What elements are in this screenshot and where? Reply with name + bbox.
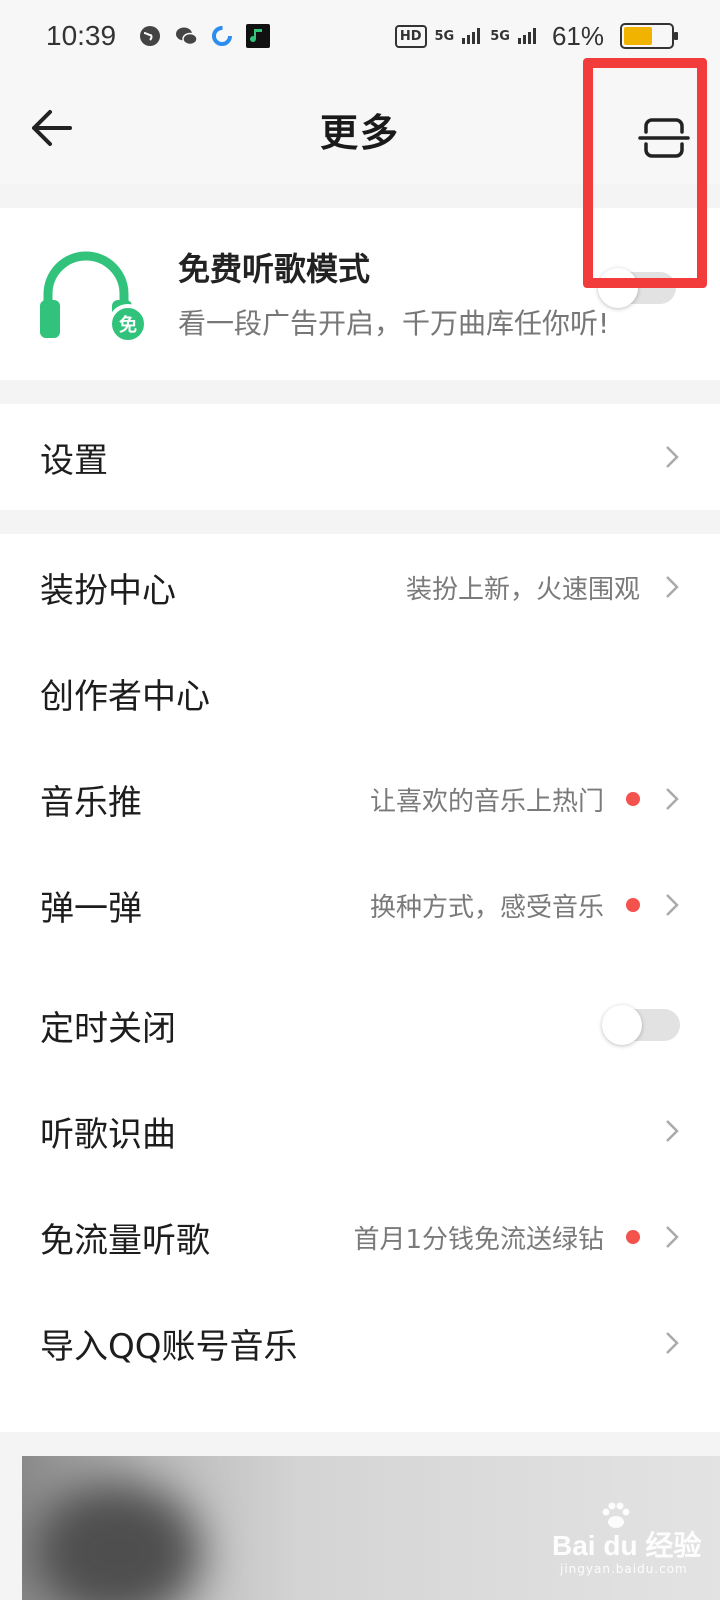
free-data-right: 首月1分钱免流送绿钻 xyxy=(353,1219,680,1256)
top-app-bar: 更多 xyxy=(0,72,720,184)
settings-label: 设置 xyxy=(40,440,108,481)
chevron-right-icon xyxy=(666,1226,679,1248)
status-time: 10:39 xyxy=(46,20,117,51)
chevron-right-icon xyxy=(666,1120,679,1142)
free-mode-card[interactable]: 免 免费听歌模式 看一段广告开启，千万曲库任你听! xyxy=(0,208,720,380)
free-mode-title: 免费听歌模式 xyxy=(178,250,371,288)
headphone-icon: 免 xyxy=(40,251,148,344)
chevron-right-icon xyxy=(666,576,679,598)
scan-icon[interactable] xyxy=(638,112,690,164)
toggle-knob xyxy=(602,1005,642,1045)
settings-right xyxy=(640,444,680,470)
timer-close-label: 定时关闭 xyxy=(40,1008,176,1049)
blurred-banner[interactable] xyxy=(22,1456,720,1600)
free-data-desc: 首月1分钱免流送绿钻 xyxy=(353,1224,604,1255)
features-card: 装扮中心 装扮上新，火速围观 创作者中心 音乐推 让喜欢的音乐上热门 弹一弹 换… xyxy=(0,534,720,974)
dress-center-desc: 装扮上新，火速围观 xyxy=(405,574,640,605)
music-promote-right: 让喜欢的音乐上热门 xyxy=(370,781,680,818)
tools-card: 定时关闭 听歌识曲 免流量听歌 首月1分钱免流送绿钻 导入QQ账号音乐 xyxy=(0,972,720,1432)
list-item-bounce[interactable]: 弹一弹 换种方式，感受音乐 xyxy=(0,852,720,958)
music-promote-desc: 让喜欢的音乐上热门 xyxy=(369,786,604,817)
list-item-creator-center[interactable]: 创作者中心 xyxy=(0,640,720,746)
blurred-image xyxy=(32,1482,202,1600)
battery-fill xyxy=(624,27,653,45)
settings-row[interactable]: 设置 xyxy=(0,404,720,510)
list-item-music-promote[interactable]: 音乐推 让喜欢的音乐上热门 xyxy=(0,746,720,852)
dress-center-right: 装扮上新，火速围观 xyxy=(406,569,680,606)
signal-bars-icon-2 xyxy=(517,28,536,44)
status-right-group: HD 5G 5G 61% xyxy=(394,20,678,52)
creator-center-label: 创作者中心 xyxy=(40,676,210,717)
signal-5g-label-2: 5G xyxy=(490,28,510,44)
timer-close-right xyxy=(602,1005,680,1045)
status-bar: 10:39 HD 5G 5G 61% xyxy=(0,0,720,72)
signal-bars-icon-1 xyxy=(462,28,481,44)
loading-ring-icon xyxy=(212,26,233,46)
battery-icon xyxy=(620,23,678,49)
free-data-label: 免流量听歌 xyxy=(40,1220,210,1261)
signal-5g-label-1: 5G xyxy=(434,28,455,44)
list-item-timer-close[interactable]: 定时关闭 xyxy=(0,972,720,1078)
wechat-icon xyxy=(176,27,198,46)
red-dot-badge xyxy=(626,1230,640,1244)
chevron-right-icon xyxy=(666,1332,679,1354)
battery-percent: 61% xyxy=(551,20,604,51)
red-dot-badge xyxy=(626,792,640,806)
free-mode-toggle[interactable] xyxy=(598,268,676,308)
song-recognition-label: 听歌识曲 xyxy=(40,1114,176,1155)
globe-icon xyxy=(140,26,161,46)
page-title: 更多 xyxy=(319,111,400,155)
list-item-free-data[interactable]: 免流量听歌 首月1分钱免流送绿钻 xyxy=(0,1184,720,1290)
list-item-import-qq[interactable]: 导入QQ账号音乐 xyxy=(0,1290,720,1396)
dress-center-label: 装扮中心 xyxy=(40,570,176,611)
red-dot-badge xyxy=(626,898,640,912)
list-item-song-recognition[interactable]: 听歌识曲 xyxy=(0,1078,720,1184)
settings-card: 设置 xyxy=(0,404,720,510)
chevron-right-icon xyxy=(666,894,679,916)
song-recognition-right xyxy=(640,1118,680,1144)
bounce-desc: 换种方式，感受音乐 xyxy=(369,892,604,923)
bounce-label: 弹一弹 xyxy=(40,888,142,929)
chevron-right-icon xyxy=(666,446,679,468)
bounce-right: 换种方式，感受音乐 xyxy=(370,887,680,924)
music-app-icon xyxy=(246,24,271,48)
hd-label: HD xyxy=(394,24,427,48)
music-promote-label: 音乐推 xyxy=(40,782,142,823)
toggle-knob xyxy=(598,268,638,308)
list-item-dress-center[interactable]: 装扮中心 装扮上新，火速围观 xyxy=(0,534,720,640)
timer-close-toggle[interactable] xyxy=(602,1005,680,1045)
import-qq-right xyxy=(640,1330,680,1356)
import-qq-label: 导入QQ账号音乐 xyxy=(40,1326,298,1367)
free-badge-text: 免 xyxy=(119,314,137,336)
free-mode-subtitle: 看一段广告开启，千万曲库任你听! xyxy=(178,307,610,340)
chevron-right-icon xyxy=(666,788,679,810)
